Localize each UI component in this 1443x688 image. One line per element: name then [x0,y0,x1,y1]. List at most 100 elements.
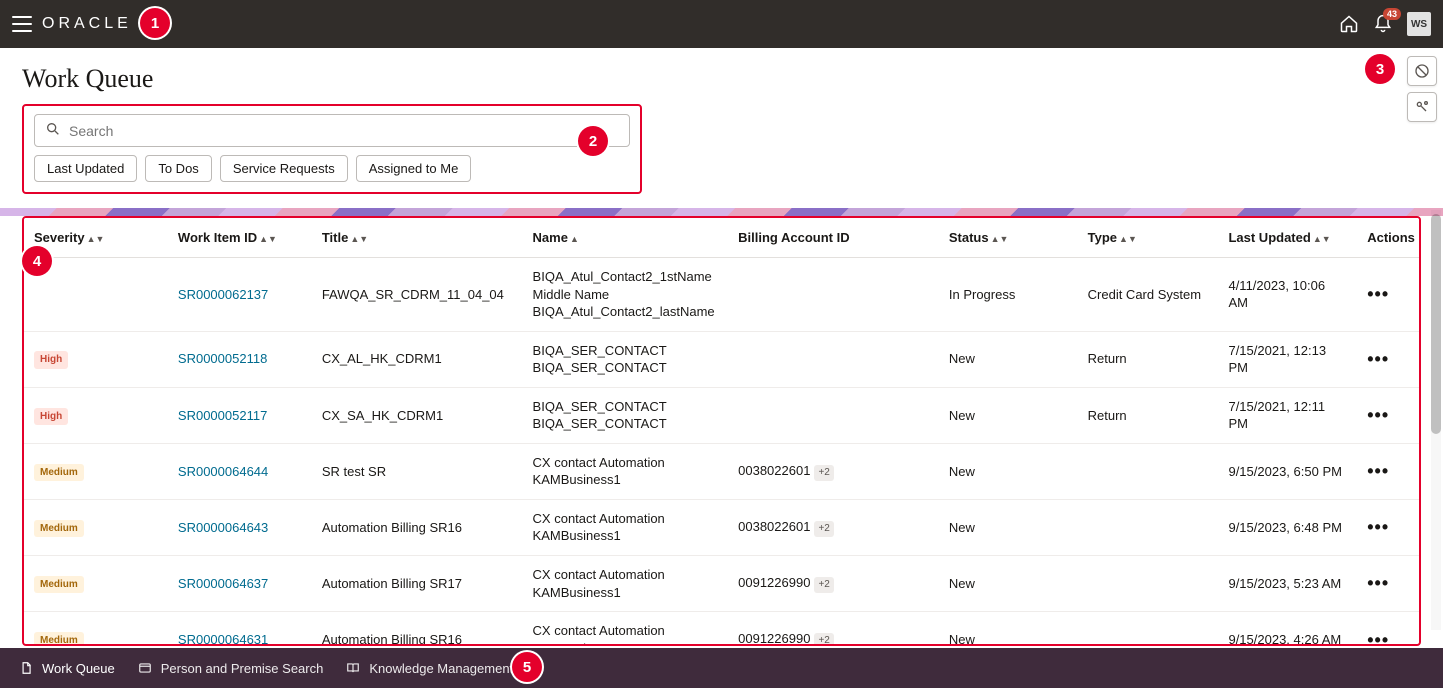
cell-name: CX contact Automation KAMBusiness1 [523,612,729,646]
col-header-label: Billing Account ID [738,230,849,245]
chip-todos[interactable]: To Dos [145,155,211,182]
nav-knowledge[interactable]: Knowledge Management [345,660,513,676]
work-item-link[interactable]: SR0000052118 [178,351,267,366]
annotation-2: 2 [578,126,608,156]
table-row[interactable]: Medium SR0000064643 Automation Billing S… [24,499,1419,555]
cell-work-item-id: SR0000064637 [168,556,312,612]
col-header-work-item-id[interactable]: Work Item ID▲▼ [168,218,312,258]
row-actions-button[interactable]: ••• [1367,461,1389,481]
col-header-name[interactable]: Name▲ [523,218,729,258]
cell-actions: ••• [1357,387,1419,443]
row-actions-button[interactable]: ••• [1367,349,1389,369]
nav-person-premise[interactable]: Person and Premise Search [137,660,324,676]
severity-badge: Medium [34,576,84,594]
annotation-1: 1 [140,8,170,38]
table-row[interactable]: Medium SR0000064644 SR test SR CX contac… [24,443,1419,499]
work-item-link[interactable]: SR0000064637 [178,576,268,591]
search-field[interactable] [34,114,630,147]
cell-severity: Medium [24,443,168,499]
cell-status: New [939,499,1078,555]
cell-work-item-id: SR0000052118 [168,331,312,387]
cell-status: New [939,387,1078,443]
sort-icon: ▲▼ [350,234,368,244]
header-left: ORACLE [12,15,132,33]
table-row[interactable]: High SR0000052117 CX_SA_HK_CDRM1 BIQA_SE… [24,387,1419,443]
col-header-status[interactable]: Status▲▼ [939,218,1078,258]
col-header-last-updated[interactable]: Last Updated▲▼ [1218,218,1357,258]
count-badge: +2 [814,633,833,646]
cell-actions: ••• [1357,499,1419,555]
row-actions-button[interactable]: ••• [1367,284,1389,304]
cell-billing: 0091226990+2 [728,556,939,612]
col-header-title[interactable]: Title▲▼ [312,218,523,258]
avatar[interactable]: WS [1407,12,1431,36]
col-header-label: Work Item ID [178,230,257,245]
cell-severity: Medium [24,612,168,646]
cell-updated: 7/15/2021, 12:13 PM [1218,331,1357,387]
scrollbar[interactable] [1431,210,1441,630]
cell-name: CX contact Automation KAMBusiness1 [523,443,729,499]
nav-work-queue[interactable]: Work Queue [18,660,115,676]
sort-icon: ▲▼ [87,234,105,244]
scrollbar-thumb[interactable] [1431,214,1441,434]
chip-last-updated[interactable]: Last Updated [34,155,137,182]
annotation-3: 3 [1365,54,1395,84]
table-row[interactable]: Medium SR0000064631 Automation Billing S… [24,612,1419,646]
work-item-link[interactable]: SR0000064644 [178,464,268,479]
sort-icon: ▲▼ [1313,234,1331,244]
brand-text: ORACLE [42,15,132,33]
cell-severity: Medium [24,556,168,612]
count-badge: +2 [814,521,833,537]
col-header-label: Title [322,230,349,245]
severity-badge: High [34,408,68,426]
annotation-5: 5 [512,652,542,682]
global-header: ORACLE 43 WS [0,0,1443,48]
cell-name: BIQA_SER_CONTACT BIQA_SER_CONTACT [523,387,729,443]
work-item-link[interactable]: SR0000064631 [178,632,268,646]
work-item-link[interactable]: SR0000052117 [178,408,267,423]
cell-severity: Medium [24,499,168,555]
row-actions-button[interactable]: ••• [1367,630,1389,647]
severity-badge: High [34,351,68,369]
col-header-billing[interactable]: Billing Account ID [728,218,939,258]
nav-menu-button[interactable] [12,16,32,32]
search-input[interactable] [69,123,619,139]
notifications-icon[interactable]: 43 [1373,14,1393,34]
chip-assigned-to-me[interactable]: Assigned to Me [356,155,472,182]
table-row[interactable]: SR0000062137 FAWQA_SR_CDRM_11_04_04 BIQA… [24,258,1419,332]
table-row[interactable]: High SR0000052118 CX_AL_HK_CDRM1 BIQA_SE… [24,331,1419,387]
cell-type: Return [1078,331,1219,387]
sort-icon: ▲ [570,234,579,244]
nav-label: Work Queue [42,661,115,676]
cell-status: New [939,612,1078,646]
work-item-link[interactable]: SR0000062137 [178,287,268,302]
col-header-label: Name [533,230,568,245]
row-actions-button[interactable]: ••• [1367,517,1389,537]
col-header-label: Status [949,230,989,245]
cell-billing [728,331,939,387]
sort-icon: ▲▼ [991,234,1009,244]
count-badge: +2 [814,577,833,593]
header-right: 43 WS [1339,12,1431,36]
row-actions-button[interactable]: ••• [1367,405,1389,425]
card-icon [137,660,153,676]
cell-billing [728,258,939,332]
col-header-label: Severity [34,230,85,245]
cell-title: FAWQA_SR_CDRM_11_04_04 [312,258,523,332]
cell-title: CX_AL_HK_CDRM1 [312,331,523,387]
col-header-type[interactable]: Type▲▼ [1078,218,1219,258]
work-queue-table: Severity▲▼ Work Item ID▲▼ Title▲▼ Name▲ … [22,216,1421,646]
sort-icon: ▲▼ [1119,234,1137,244]
cell-updated: 7/15/2021, 12:11 PM [1218,387,1357,443]
chip-service-requests[interactable]: Service Requests [220,155,348,182]
cell-status: New [939,331,1078,387]
cell-type [1078,612,1219,646]
work-item-link[interactable]: SR0000064643 [178,520,268,535]
oracle-brand: ORACLE [42,15,132,33]
row-actions-button[interactable]: ••• [1367,573,1389,593]
annotation-4: 4 [22,246,52,276]
sort-icon: ▲▼ [259,234,277,244]
home-icon[interactable] [1339,14,1359,34]
document-icon [18,660,34,676]
table-row[interactable]: Medium SR0000064637 Automation Billing S… [24,556,1419,612]
